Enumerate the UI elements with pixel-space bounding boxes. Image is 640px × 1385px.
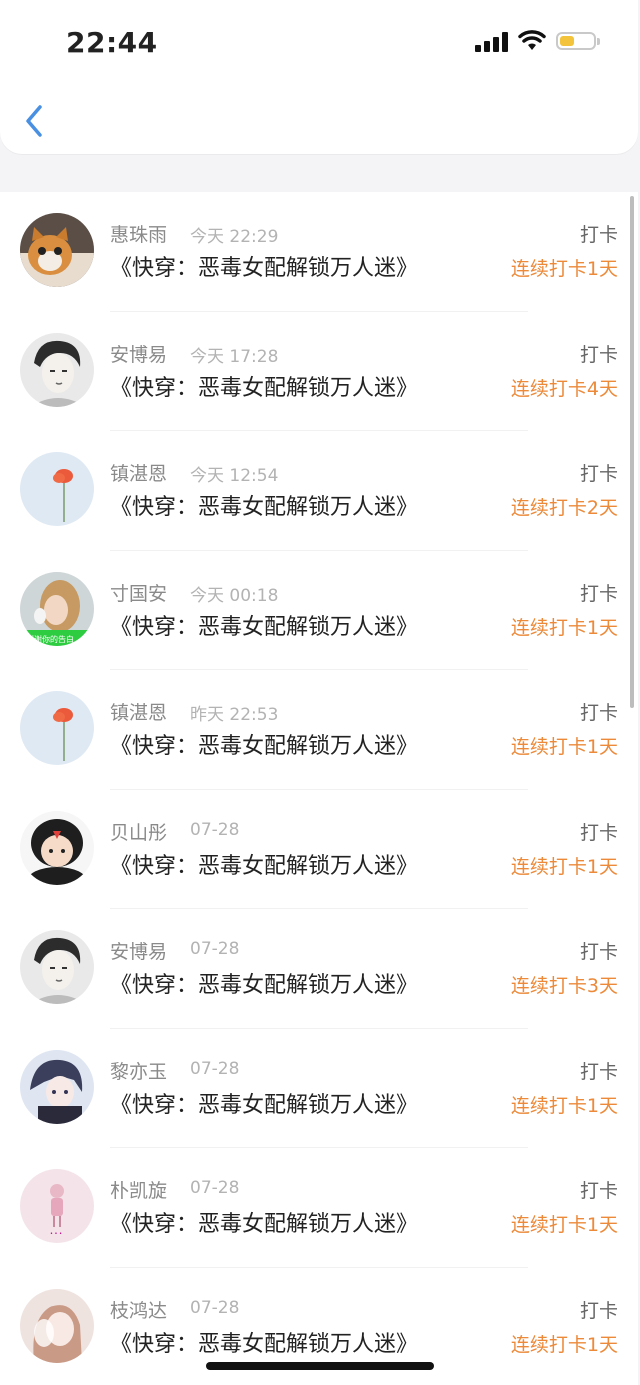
sketch-man-avatar-icon	[20, 332, 94, 407]
checkin-label: 打卡	[579, 463, 618, 485]
red-flower-avatar-icon	[20, 691, 94, 765]
avatar[interactable]: 谢谢你的告白	[20, 571, 94, 646]
checkin-label: 打卡	[579, 1299, 618, 1322]
avatar[interactable]	[20, 1049, 94, 1124]
scrollbar[interactable]	[630, 196, 634, 708]
timestamp: 今天 12:54	[190, 466, 279, 486]
book-title[interactable]: 《快穿：恶毒女配解锁万人迷》	[110, 848, 418, 880]
timestamp: 今天 00:18	[190, 585, 279, 606]
timestamp: 07-28	[190, 1058, 240, 1079]
book-title[interactable]: 《快穿：恶毒女配解锁万人迷》	[110, 1206, 418, 1238]
streak-label: 连续打卡1天	[510, 258, 618, 280]
sketch-man-avatar-icon	[20, 930, 94, 1004]
timestamp: 07-28	[190, 819, 240, 840]
pink-doll-avatar-icon: • • •	[20, 1169, 94, 1243]
penguin-kid-avatar-icon	[20, 810, 94, 885]
streak-label: 连续打卡2天	[510, 497, 618, 519]
avatar[interactable]	[20, 1288, 94, 1363]
checkin-list: 惠珠雨 今天 22:29 《快穿：恶毒女配解锁万人迷》 打卡 连续打卡1天 安博…	[0, 192, 638, 1385]
timestamp: 今天 22:29	[190, 227, 279, 247]
timestamp: 07-28	[190, 1178, 240, 1198]
avatar[interactable]	[20, 930, 94, 1004]
timestamp: 07-28	[190, 939, 240, 959]
avatar[interactable]	[20, 213, 94, 287]
list-item[interactable]: 安博易 07-28 《快穿：恶毒女配解锁万人迷》 打卡 连续打卡3天	[0, 909, 638, 1029]
girl-photo-avatar-icon: 谢谢你的告白	[20, 571, 94, 646]
user-name[interactable]: 贝山彤	[110, 818, 167, 845]
status-icons	[475, 30, 600, 52]
list-item[interactable]: 惠珠雨 今天 22:29 《快穿：恶毒女配解锁万人迷》 打卡 连续打卡1天	[0, 192, 638, 312]
checkin-label: 打卡	[579, 224, 618, 246]
avatar[interactable]	[20, 452, 94, 526]
streak-label: 连续打卡1天	[510, 616, 618, 639]
checkin-label: 打卡	[579, 702, 618, 724]
user-name[interactable]: 惠珠雨	[110, 220, 167, 247]
user-name[interactable]: 朴凯旋	[110, 1176, 167, 1203]
checkin-label: 打卡	[579, 941, 618, 963]
user-name[interactable]: 镇湛恩	[110, 459, 167, 486]
streak-label: 连续打卡1天	[510, 1094, 618, 1117]
list-item[interactable]: 贝山彤 07-28 《快穿：恶毒女配解锁万人迷》 打卡 连续打卡1天	[0, 790, 638, 910]
book-title[interactable]: 《快穿：恶毒女配解锁万人迷》	[110, 967, 418, 999]
list-item[interactable]: 镇湛恩 昨天 22:53 《快穿：恶毒女配解锁万人迷》 打卡 连续打卡1天	[0, 670, 638, 790]
battery-icon	[556, 32, 600, 50]
list-item[interactable]: • • • 朴凯旋 07-28 《快穿：恶毒女配解锁万人迷》 打卡 连续打卡1天	[0, 1148, 638, 1268]
book-title[interactable]: 《快穿：恶毒女配解锁万人迷》	[110, 1087, 418, 1119]
status-time: 22:44	[66, 26, 158, 59]
timestamp: 07-28	[190, 1297, 240, 1318]
user-name[interactable]: 镇湛恩	[110, 698, 167, 725]
user-name[interactable]: 寸国安	[110, 579, 167, 606]
book-title[interactable]: 《快穿：恶毒女配解锁万人迷》	[110, 609, 418, 641]
cat-avatar-icon	[20, 213, 94, 287]
checkin-label: 打卡	[579, 1180, 618, 1202]
checkin-label: 打卡	[579, 1060, 618, 1083]
checkin-label: 打卡	[579, 582, 618, 605]
anime-avatar-icon	[20, 1049, 94, 1124]
top-bar: 22:44	[0, 0, 638, 154]
list-item[interactable]: 镇湛恩 今天 12:54 《快穿：恶毒女配解锁万人迷》 打卡 连续打卡2天	[0, 431, 638, 551]
svg-text:谢谢你的告白: 谢谢你的告白	[26, 634, 74, 644]
book-title[interactable]: 《快穿：恶毒女配解锁万人迷》	[110, 728, 418, 760]
wifi-icon	[518, 30, 546, 50]
avatar[interactable]	[20, 332, 94, 407]
streak-label: 连续打卡1天	[510, 1214, 618, 1236]
signal-icon	[475, 30, 508, 52]
user-name[interactable]: 枝鸿达	[110, 1296, 167, 1323]
timestamp: 今天 17:28	[190, 346, 279, 367]
streak-label: 连续打卡1天	[510, 736, 618, 758]
streak-label: 连续打卡1天	[510, 1333, 618, 1356]
home-indicator[interactable]	[206, 1362, 434, 1370]
user-name[interactable]: 黎亦玉	[110, 1057, 167, 1084]
checkin-label: 打卡	[579, 821, 618, 844]
timestamp: 昨天 22:53	[190, 705, 279, 725]
svg-text:• • •: • • •	[50, 1231, 62, 1237]
list-item[interactable]: 谢谢你的告白 寸国安 今天 00:18 《快穿：恶毒女配解锁万人迷》 打卡 连续…	[0, 551, 638, 671]
book-title[interactable]: 《快穿：恶毒女配解锁万人迷》	[110, 489, 418, 521]
back-arrow-icon[interactable]	[22, 104, 46, 138]
avatar[interactable]: • • •	[20, 1169, 94, 1243]
checkin-label: 打卡	[579, 343, 618, 366]
user-name[interactable]: 安博易	[110, 937, 167, 964]
streak-label: 连续打卡4天	[510, 377, 618, 400]
list-item[interactable]: 安博易 今天 17:28 《快穿：恶毒女配解锁万人迷》 打卡 连续打卡4天	[0, 312, 638, 432]
user-name[interactable]: 安博易	[110, 340, 167, 367]
avatar[interactable]	[20, 810, 94, 885]
list-item[interactable]: 黎亦玉 07-28 《快穿：恶毒女配解锁万人迷》 打卡 连续打卡1天	[0, 1029, 638, 1149]
avatar[interactable]	[20, 691, 94, 765]
red-flower-avatar-icon	[20, 452, 94, 526]
book-title[interactable]: 《快穿：恶毒女配解锁万人迷》	[110, 250, 418, 282]
streak-label: 连续打卡1天	[510, 855, 618, 878]
book-title[interactable]: 《快穿：恶毒女配解锁万人迷》	[110, 370, 418, 402]
streak-label: 连续打卡3天	[510, 975, 618, 997]
book-title[interactable]: 《快穿：恶毒女配解锁万人迷》	[110, 1326, 418, 1358]
girl-portrait-avatar-icon	[20, 1288, 94, 1363]
